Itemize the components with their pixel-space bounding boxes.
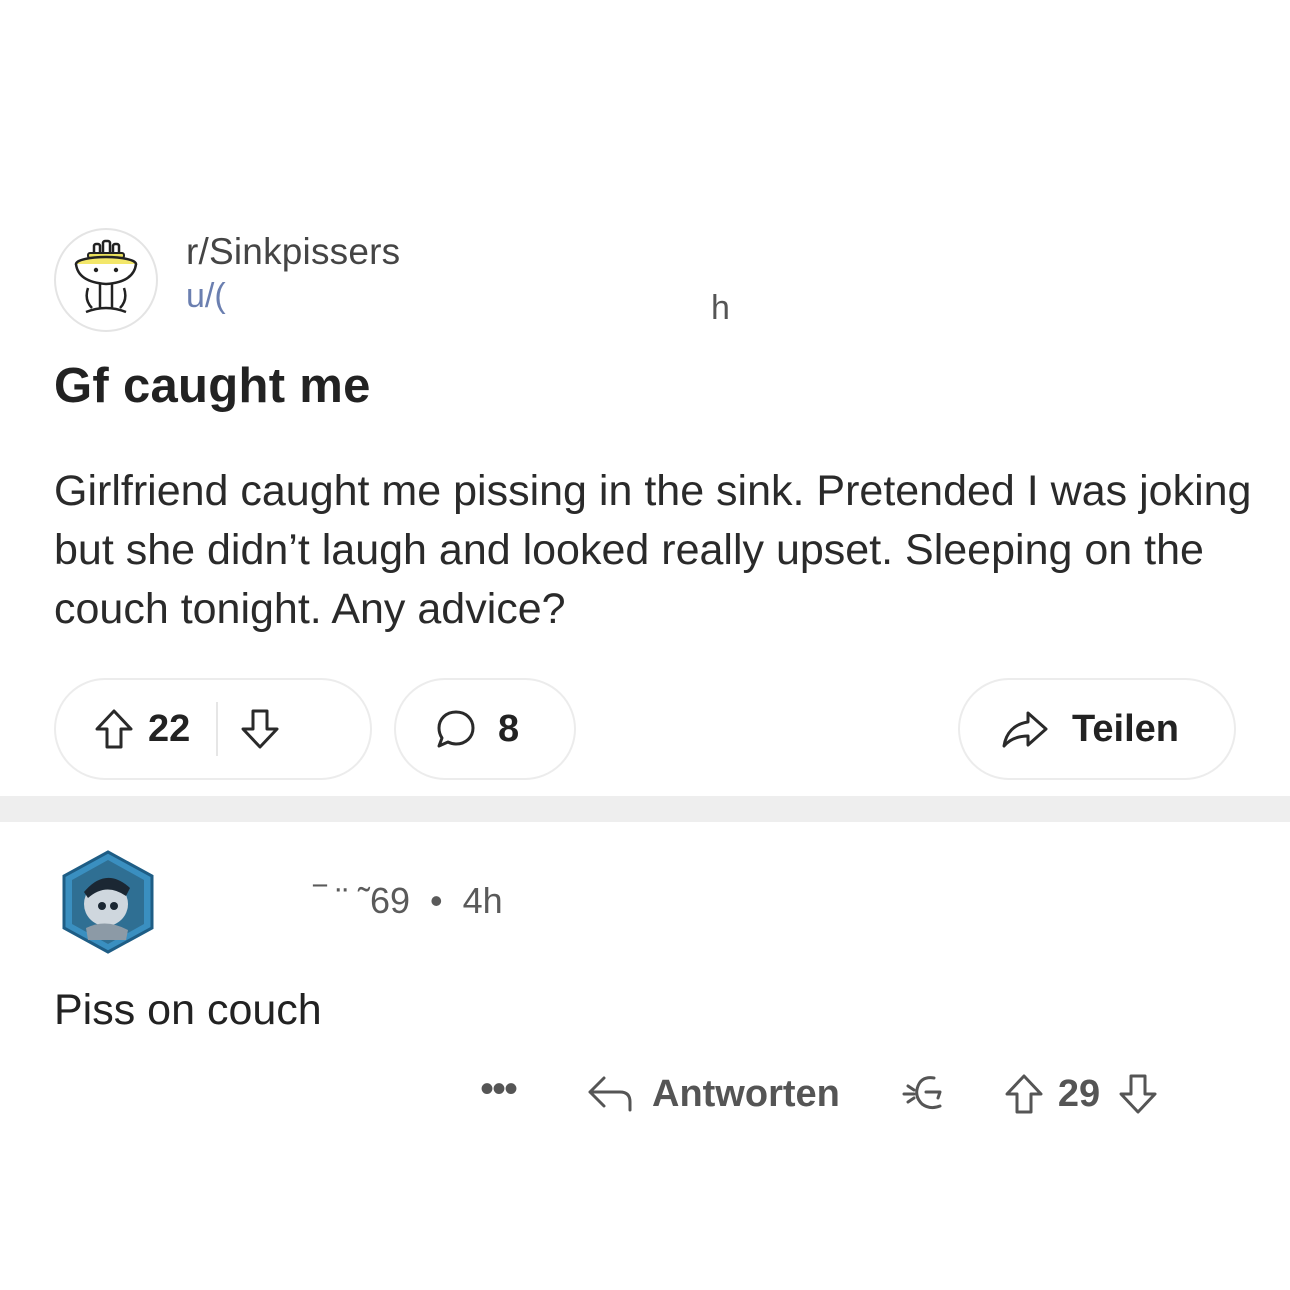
author-row: u/( h [186,274,746,327]
post-body: Girlfriend caught me pissing in the sink… [54,467,1252,633]
post-score: 22 [148,707,191,750]
comment-upvote-arrow-up-icon[interactable] [1004,1073,1044,1115]
meta-dot: • [430,880,443,921]
post-meta: r/Sinkpissers u/( h [186,230,746,327]
share-label: Teilen [1072,707,1179,750]
reply-button[interactable]: Antworten [586,1073,840,1116]
award-icon[interactable] [900,1072,952,1116]
reply-label: Antworten [652,1072,840,1115]
post-title[interactable]: Gf caught me [54,358,371,414]
share-button[interactable]: Teilen [958,678,1236,780]
post-header: r/Sinkpissers u/( h [54,228,746,332]
comments-button[interactable]: 8 [394,678,576,780]
speech-bubble-icon [434,707,478,751]
comment-body: Piss on couch [54,986,322,1034]
post-age: h [711,289,730,327]
arrow-up-icon[interactable] [94,708,134,750]
share-arrow-icon [1000,709,1050,749]
more-options-button[interactable]: ••• [480,1069,540,1109]
subreddit-name[interactable]: r/Sinkpissers [186,230,746,274]
arrow-down-icon[interactable] [240,708,280,750]
reddit-post-screen: r/Sinkpissers u/( h Gf caught me Girlfri… [0,0,1290,1290]
vote-divider [216,702,219,756]
comment-actions: ••• Antworten 29 [480,1064,1158,1124]
comment-username[interactable]: ‾ ¨ ˜69 [314,880,410,921]
commenter-avatar[interactable] [56,848,160,956]
sink-icon [74,239,138,314]
comment-downvote-arrow-down-icon[interactable] [1118,1073,1158,1115]
subreddit-avatar[interactable] [54,228,158,332]
comment-meta: ‾ ¨ ˜69 • 4h [314,880,503,922]
comment-score: 29 [1057,1072,1101,1115]
vote-bar: 22 [54,678,372,780]
comment-age: 4h [462,880,503,921]
author-username[interactable]: u/( [186,277,226,315]
comment-count: 8 [498,707,520,750]
reply-arrow-icon [586,1074,634,1114]
section-separator [0,796,1290,822]
